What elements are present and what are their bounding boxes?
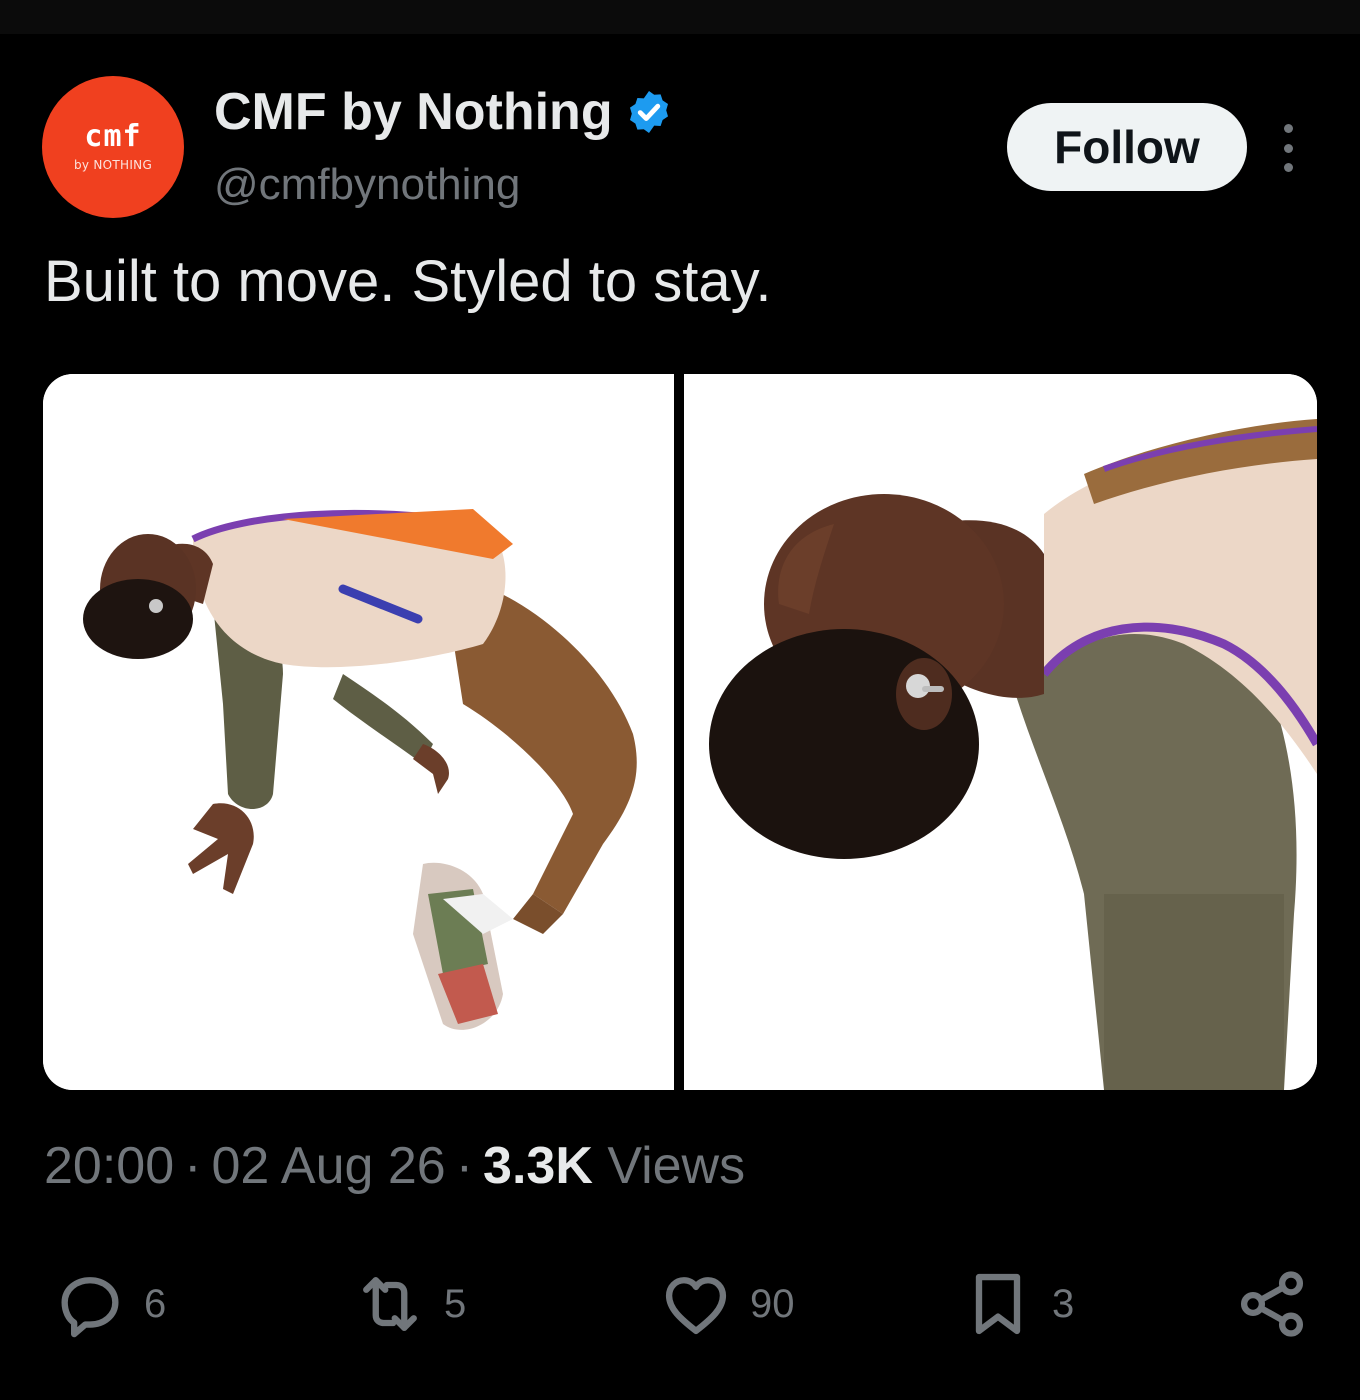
share-button[interactable] <box>1234 1262 1310 1346</box>
like-count: 90 <box>750 1281 795 1326</box>
more-options-icon[interactable] <box>1276 120 1300 176</box>
bookmark-count: 3 <box>1052 1281 1075 1326</box>
person-levitating-illustration <box>43 374 674 1090</box>
post-date[interactable]: 02 Aug 26 <box>211 1137 445 1195</box>
verified-badge-icon <box>629 91 668 133</box>
repost-icon <box>363 1277 417 1331</box>
post-text: Built to move. Styled to stay. <box>44 249 772 314</box>
repost-count: 5 <box>444 1281 467 1326</box>
follow-button[interactable]: Follow <box>1007 103 1247 191</box>
author-handle[interactable]: @cmfbynothing <box>214 160 520 210</box>
reply-button[interactable]: 6 <box>52 1262 166 1346</box>
share-icon <box>1240 1271 1304 1337</box>
meta-separator: · <box>455 1137 474 1195</box>
status-bar <box>0 0 1360 34</box>
reply-icon <box>61 1277 119 1338</box>
action-bar: 6 5 90 3 <box>0 1262 1360 1346</box>
media-image-2[interactable] <box>684 374 1317 1090</box>
bookmark-button[interactable]: 3 <box>960 1262 1074 1346</box>
like-icon <box>665 1277 727 1335</box>
author-display-name[interactable]: CMF by Nothing <box>214 82 673 142</box>
person-closeup-illustration <box>684 374 1317 1090</box>
views-label: Views <box>607 1137 746 1195</box>
repost-button[interactable]: 5 <box>352 1262 466 1346</box>
bookmark-icon <box>975 1273 1021 1335</box>
reply-count: 6 <box>144 1281 167 1326</box>
views-count: 3.3K <box>483 1137 593 1195</box>
meta-separator: · <box>184 1137 202 1195</box>
post-time[interactable]: 20:00 <box>44 1137 174 1195</box>
avatar-logo-subtext: by NOTHING <box>73 158 153 172</box>
post-metadata: 20:00 · 02 Aug 26 · 3.3K Views <box>44 1136 745 1196</box>
media-grid <box>43 374 1317 1090</box>
like-button[interactable]: 90 <box>658 1262 795 1346</box>
avatar-logo-text: cmf <box>84 119 142 154</box>
media-image-1[interactable] <box>43 374 674 1090</box>
author-name-text: CMF by Nothing <box>214 83 613 141</box>
avatar[interactable]: cmf by NOTHING <box>42 76 184 218</box>
